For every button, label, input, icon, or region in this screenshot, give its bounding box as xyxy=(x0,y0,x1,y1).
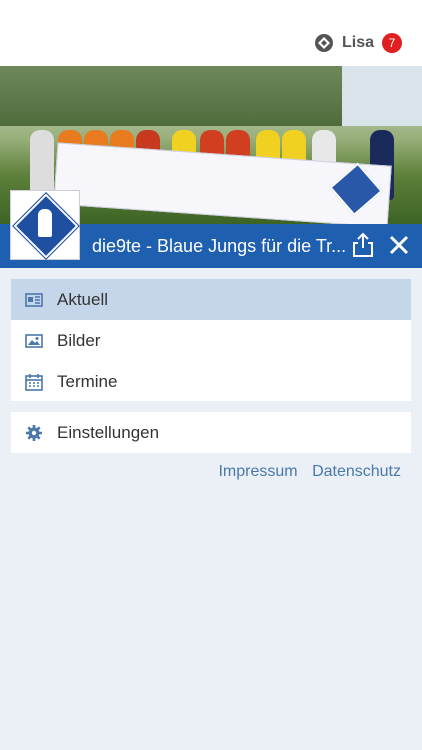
footer-links: Impressum Datenschutz xyxy=(208,463,401,481)
user-menu[interactable]: Lisa 7 xyxy=(314,33,402,53)
menu-label-aktuell: Aktuell xyxy=(57,289,109,309)
username: Lisa xyxy=(341,34,374,51)
impressum-link[interactable]: Impressum xyxy=(218,463,297,480)
image-icon xyxy=(25,333,43,348)
datenschutz-link[interactable]: Datenschutz xyxy=(312,463,401,480)
club-logo xyxy=(10,190,80,260)
notification-badge: 7 xyxy=(382,33,402,53)
team-banner xyxy=(53,142,392,224)
app-logo-icon xyxy=(314,34,333,52)
menu-item-aktuell[interactable]: Aktuell xyxy=(11,279,411,320)
menu-item-bilder[interactable]: Bilder xyxy=(11,320,411,361)
news-icon xyxy=(25,292,43,307)
main-menu: Aktuell Bilder Termine xyxy=(11,279,411,401)
menu-item-einstellungen[interactable]: Einstellungen xyxy=(11,412,411,453)
calendar-icon xyxy=(25,373,43,391)
top-bar: Lisa 7 xyxy=(0,0,422,66)
settings-menu: Einstellungen xyxy=(11,412,411,453)
gear-icon xyxy=(26,424,42,441)
menu-label-termine: Termine xyxy=(57,371,118,391)
close-icon[interactable] xyxy=(388,234,410,256)
menu-label-einstellungen: Einstellungen xyxy=(57,422,160,442)
menu-label-bilder: Bilder xyxy=(57,330,101,350)
club-title: die9te - Blaue Jungs für die Tr... xyxy=(92,236,347,256)
menu-item-termine[interactable]: Termine xyxy=(11,361,411,402)
share-icon[interactable] xyxy=(352,232,374,258)
